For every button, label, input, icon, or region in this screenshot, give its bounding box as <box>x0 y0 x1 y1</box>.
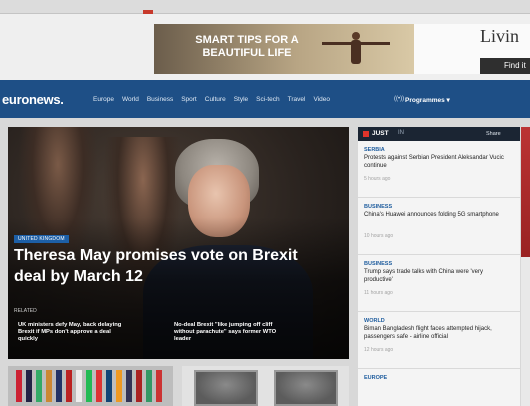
item-title[interactable]: China's Huawei announces folding 5G smar… <box>364 212 510 220</box>
nav-items: Europe World Business Sport Culture Styl… <box>93 96 330 103</box>
nav-item-world[interactable]: World <box>122 96 139 103</box>
nav-item-sport[interactable]: Sport <box>181 96 197 103</box>
ad-banner: SMART TIPS FOR A BEAUTIFUL LIFE Livin Fi… <box>0 14 530 80</box>
nav-item-travel[interactable]: Travel <box>288 96 306 103</box>
ad-find-button[interactable]: Find it <box>480 58 530 74</box>
story-thumbnail-flags[interactable] <box>8 366 173 406</box>
share-button[interactable]: Share <box>486 131 501 137</box>
item-time: 12 hours ago <box>364 347 394 353</box>
nav-item-video[interactable]: Video <box>313 96 330 103</box>
item-title[interactable]: Trump says trade talks with China were '… <box>364 269 510 284</box>
euronews-logo[interactable]: euronews. <box>2 92 64 107</box>
item-category[interactable]: SERBIA <box>364 147 385 153</box>
nav-item-culture[interactable]: Culture <box>205 96 226 103</box>
just-in-suffix: IN <box>398 130 404 136</box>
main-nav: euronews. Europe World Business Sport Cu… <box>0 80 530 118</box>
list-item[interactable]: SERBIA Protests against Serbian Presiden… <box>358 141 520 198</box>
just-in-panel: JUST IN Share SERBIA Protests against Se… <box>358 127 520 406</box>
nav-item-business[interactable]: Business <box>147 96 173 103</box>
live-dot-icon <box>363 131 369 137</box>
ad-text: SMART TIPS FOR A BEAUTIFUL LIFE <box>195 34 299 59</box>
related-label: RELATED <box>14 308 37 314</box>
live-icon[interactable]: ((•)) <box>394 96 404 102</box>
item-time: 10 hours ago <box>364 233 394 239</box>
nav-item-europe[interactable]: Europe <box>93 96 114 103</box>
just-in-header: JUST IN Share <box>358 127 520 141</box>
nav-item-sci-tech[interactable]: Sci-tech <box>256 96 279 103</box>
list-item[interactable]: BUSINESS China's Huawei announces foldin… <box>358 198 520 255</box>
list-item[interactable]: WORLD Biman Bangladesh flight faces atte… <box>358 312 520 369</box>
list-item[interactable]: EUROPE <box>358 369 520 406</box>
item-title[interactable]: Biman Bangladesh flight faces attempted … <box>364 326 510 341</box>
nav-item-style[interactable]: Style <box>234 96 248 103</box>
browser-chrome <box>0 0 530 14</box>
ad-brand: Livin <box>480 26 519 46</box>
related-link-1[interactable]: UK ministers defy May, back delaying Bre… <box>18 322 130 343</box>
item-category[interactable]: BUSINESS <box>364 261 392 267</box>
hero-category-badge[interactable]: UNITED KINGDOM <box>14 235 69 243</box>
item-time: 11 hours ago <box>364 290 393 296</box>
item-category[interactable]: EUROPE <box>364 375 387 381</box>
related-link-2[interactable]: No-deal Brexit "like jumping off cliff w… <box>174 322 284 343</box>
ad-living[interactable]: Livin Find it <box>414 24 530 74</box>
item-category[interactable]: BUSINESS <box>364 204 392 210</box>
hero-headline[interactable]: Theresa May promises vote on Brexit deal… <box>14 245 304 287</box>
ad-smart-tips[interactable]: SMART TIPS FOR A BEAUTIFUL LIFE <box>154 24 414 74</box>
right-edge-ad <box>521 127 530 406</box>
story-thumbnail-portraits[interactable] <box>182 366 349 406</box>
just-in-title: JUST <box>372 130 389 137</box>
programmes-dropdown[interactable]: Programmes ▾ <box>405 96 450 104</box>
ad-figure <box>322 32 390 70</box>
content-area: UNITED KINGDOM Theresa May promises vote… <box>0 118 530 406</box>
hero-story[interactable]: UNITED KINGDOM Theresa May promises vote… <box>8 127 349 359</box>
item-title[interactable]: Protests against Serbian President Aleks… <box>364 155 510 170</box>
list-item[interactable]: BUSINESS Trump says trade talks with Chi… <box>358 255 520 312</box>
item-category[interactable]: WORLD <box>364 318 385 324</box>
item-time: 5 hours ago <box>364 176 391 182</box>
